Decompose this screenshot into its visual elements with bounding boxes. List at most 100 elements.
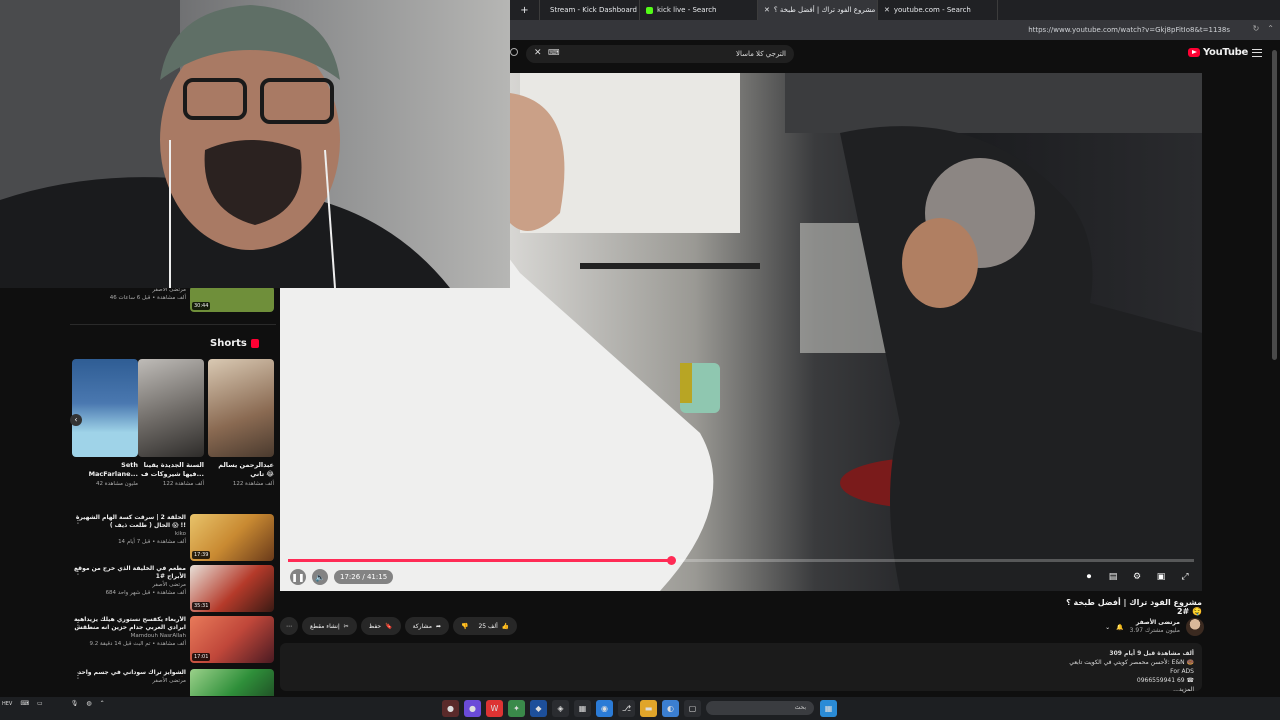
rec-channel[interactable]: مرتضى الأصفر [70,677,186,685]
app-icon[interactable]: ◈ [552,700,569,717]
taskbar-search[interactable]: بحث [706,701,814,715]
short-card[interactable]: السنة الجديدة يقينا فيها شيروكات ف... 12… [138,359,204,487]
search-value: الترجي كلا ماسالا [735,50,786,58]
pause-icon[interactable]: ❚❚ [290,569,306,585]
microphone-icon[interactable]: 🎙 [71,700,79,707]
reload-icon[interactable]: ↻ [1253,24,1260,33]
save-button[interactable]: حفظ 🔖 [360,617,401,635]
settings-gear-icon[interactable]: ⚙ [1130,570,1144,584]
url-text: https://www.youtube.com/watch?v=Gkj8pFit… [1028,26,1230,34]
shorts-prev-chevron-icon[interactable]: ‹ [70,414,82,426]
save-label: حفظ [368,622,382,630]
rec-info: الأربعاء يكفسح نستوري هيلك يزيداهبة ابرا… [70,616,186,648]
app-icon[interactable]: ✦ [508,700,525,717]
video-title: مشروع الفود تراك | أفضل طبخة ؟ 🤤 #2 [1066,598,1202,616]
app-icon[interactable]: ● [442,700,459,717]
rec-thumbnail[interactable] [190,669,274,696]
address-bar[interactable]: https://www.youtube.com/watch?v=Gkj8pFit… [510,20,1280,40]
recommendation-item[interactable]: 17:39 ⋮ الحلقة 2 | سرقت كسة الهام الشهير… [70,514,276,562]
rec-title[interactable]: الأربعاء يكفسح نستوري هيلك يزيداهبة ابرا… [70,616,186,632]
channel-name[interactable]: مرتضى الأصفر [1130,619,1180,627]
tab-kick-dashboard[interactable]: Stream - Kick Dashboard [540,0,640,20]
app-icon[interactable]: ▦ [574,700,591,717]
tab-youtube-search[interactable]: ✕ youtube.com - Search [878,0,998,20]
weather-text[interactable]: HEV [2,701,12,707]
channel-avatar[interactable] [1186,618,1204,636]
rec-thumbnail[interactable]: 30:44 [190,286,274,312]
recommendation-item[interactable]: 35:31 ⋮ مطعم في الخليفة الذي خرج من موقع… [70,565,276,613]
miniplayer-icon[interactable]: ▣ [1154,570,1168,584]
short-thumbnail[interactable] [208,359,274,457]
clear-search-icon[interactable]: ✕ [534,48,542,58]
short-title[interactable]: السنة الجديدة يقينا فيها شيروكات ف... [138,461,204,479]
like-dislike-group: 👎 25 ألف 👍 [453,617,518,635]
taskbar-apps: ● ● W ✦ ◆ ◈ ▦ ◉ ⎇ ▬ ◐ ▢ [442,700,701,717]
clip-button[interactable]: إنشاء مقطع ✂ [302,617,357,635]
monitor-icon[interactable]: ▭ [37,700,43,707]
like-icon[interactable]: 👍 [502,623,509,630]
tab-label: youtube.com - Search [893,6,971,14]
fullscreen-icon[interactable]: ⤢ [1178,570,1192,584]
network-icon[interactable]: ◍ [86,700,91,707]
page-scrollbar[interactable] [1272,50,1277,360]
share-button[interactable]: مشاركة ➦ [404,617,449,635]
chevron-up-icon[interactable]: ⌃ [1267,24,1274,33]
app-icon[interactable]: W [486,700,503,717]
widgets-icon[interactable]: ▦ [820,700,837,717]
rec-thumbnail[interactable]: 17:39 [190,514,274,561]
volume-icon[interactable]: 🔈 [312,569,328,585]
notification-bell-icon[interactable]: 🔔 [1116,624,1123,631]
rec-duration: 17:39 [192,551,211,559]
rec-channel[interactable]: مرتضى الأصفر [70,581,186,589]
short-thumbnail[interactable] [72,359,138,457]
shorts-header: Shorts [210,338,259,349]
video-progress-bar[interactable] [288,556,1194,565]
new-tab-button[interactable]: + [510,0,540,20]
recommendation-item[interactable]: ⋮ الشوايز تراك سوداني في جسم واحد 🔥 مرتض… [70,669,276,696]
subtitles-icon[interactable]: ▤ [1106,570,1120,584]
app-icon[interactable]: ◆ [530,700,547,717]
tab-label: kick live - Search [657,6,717,14]
short-thumbnail[interactable] [138,359,204,457]
taskbar-tray: HEV ⌨ ▭ 🎙 ◍ ⌃ [2,700,105,707]
rec-thumbnail[interactable]: 35:31 [190,565,274,612]
keyboard-icon[interactable]: ⌨ [548,48,560,57]
recommendation-top[interactable]: 30:44 مرتضى الأصفر 46 ألف مشاهدة • قبل 6… [70,286,276,314]
recommendation-item[interactable]: 17:01 ⋮ الأربعاء يكفسح نستوري هيلك يزيدا… [70,616,276,664]
tab-kick-search[interactable]: kick live - Search [640,0,758,20]
rec-title[interactable]: مطعم في الخليفة الذي خرج من موقع الأبراج… [70,565,186,581]
short-title[interactable]: عبدالرحمن يسالم تاني 😂 [208,461,274,479]
close-tab-icon[interactable]: ✕ [764,6,770,14]
rec-channel[interactable]: kiko [70,530,186,538]
dislike-icon[interactable]: 👎 [461,623,468,630]
expand-chevron-icon[interactable]: ⌄ [1105,624,1110,631]
more-actions-button[interactable]: ⋯ [280,617,298,635]
app-icon[interactable]: ● [464,700,481,717]
subscriber-count: 3.97 مليون مشترك [1129,627,1180,634]
app-icon[interactable]: ◉ [596,700,613,717]
rec-duration: 17:01 [192,653,211,661]
autoplay-toggle-icon[interactable]: ⏺ [1082,570,1096,584]
rec-channel[interactable]: Mamdouh NasrAllah [70,632,186,640]
close-tab-icon[interactable]: ✕ [884,6,890,14]
short-card[interactable]: Seth MacFarlane... 42 مليون مشاهدة [72,359,138,487]
rec-title[interactable]: الشوايز تراك سوداني في جسم واحد 🔥 [70,669,186,677]
rec-title[interactable]: الحلقة 2 | سرقت كسة الهام الشهيرة الحال … [70,514,186,530]
rec-thumbnail[interactable]: 17:01 [190,616,274,663]
app-icon[interactable]: ⎇ [618,700,635,717]
hamburger-menu-icon[interactable] [1252,49,1262,57]
app-icon[interactable]: ◐ [662,700,679,717]
youtube-logo[interactable]: YouTube [1188,47,1248,58]
video-description[interactable]: 309 ألف مشاهدة قبل 9 أيام لأحسن محمصر كو… [280,643,1202,694]
keyboard-layout-icon[interactable]: ⌨ [20,700,29,707]
short-title[interactable]: Seth MacFarlane... [72,461,138,479]
rec-meta: 14 ألف مشاهدة • قبل 7 أيام [118,539,186,545]
tab-youtube-video[interactable]: ✕ مشروع الفود تراك | أفضل طبخة ؟ 🔊 [758,0,878,20]
chevron-up-icon[interactable]: ⌃ [100,700,105,707]
show-more-link[interactable]: ...المزيد [288,685,1194,694]
app-icon[interactable]: ▢ [684,700,701,717]
short-card[interactable]: عبدالرحمن يسالم تاني 😂 122 ألف مشاهدة [208,359,274,487]
folder-icon[interactable]: ▬ [640,700,657,717]
search-icon[interactable] [510,48,518,56]
search-input[interactable]: ✕ ⌨ الترجي كلا ماسالا [526,45,794,63]
